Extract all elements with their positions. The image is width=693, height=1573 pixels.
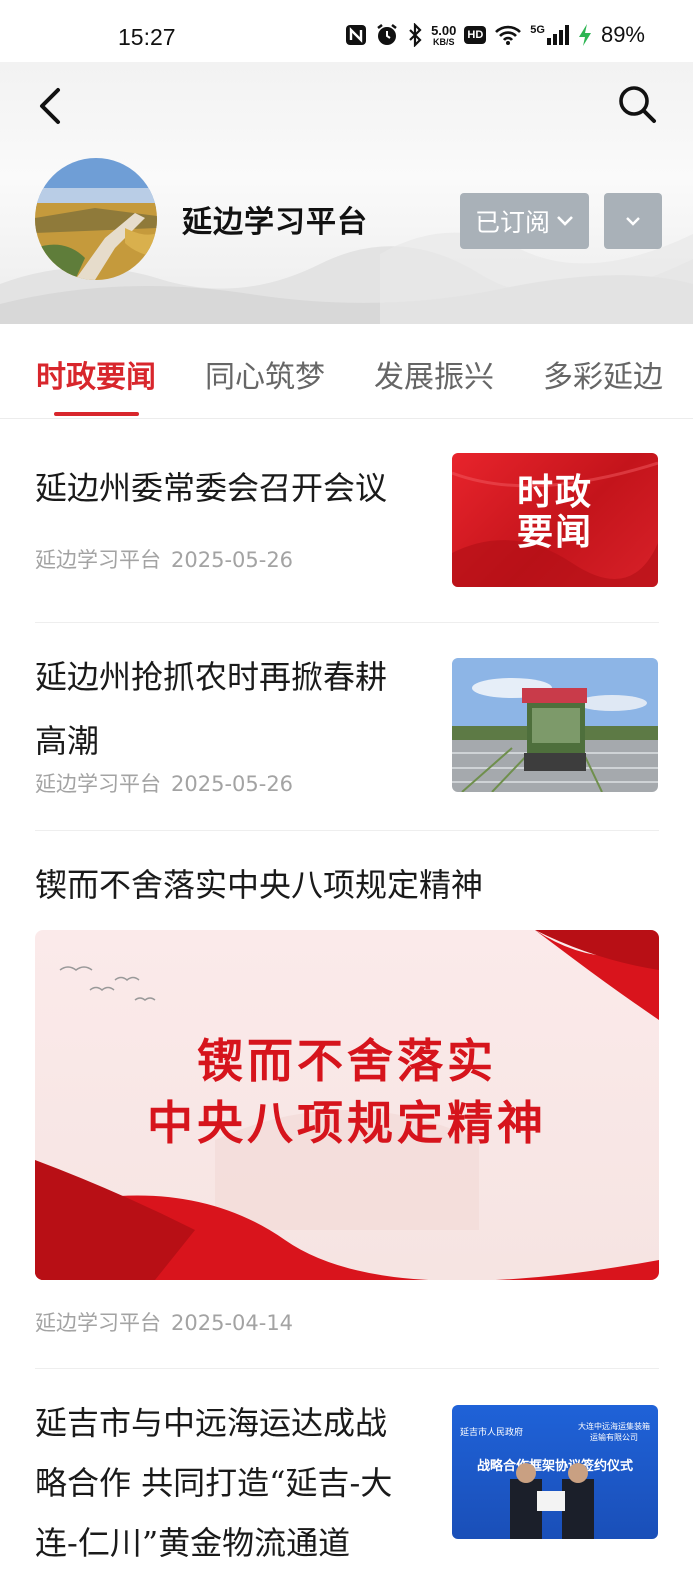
article-date: 2025-05-26 — [171, 772, 294, 796]
search-icon[interactable] — [612, 80, 662, 130]
chevron-down-icon — [626, 217, 640, 226]
article-banner: 锲而不舍落实 中央八项规定精神 — [35, 930, 659, 1280]
thumbnail-text: 要闻 — [516, 512, 593, 553]
article-meta: 延边学习平台 2025-05-26 — [35, 544, 293, 574]
subscribed-button[interactable]: 已订阅 — [460, 193, 589, 249]
article-source: 延边学习平台 — [35, 772, 161, 796]
article-thumbnail: 时政 要闻 — [452, 453, 658, 587]
article-title: 延边州委常委会召开会议 — [35, 469, 388, 507]
active-tab-indicator — [54, 412, 139, 416]
tab-development[interactable]: 发展振兴 — [374, 352, 494, 396]
tab-common-dream[interactable]: 同心筑梦 — [205, 352, 325, 396]
hd-icon: HD — [464, 26, 487, 44]
channel-header: 延边学习平台 已订阅 — [0, 62, 693, 324]
bluetooth-icon — [409, 23, 422, 47]
article-thumbnail — [452, 658, 658, 792]
article-date: 2025-04-14 — [171, 1311, 294, 1335]
status-bar: 15:27 5.00 KB/S HD 5G 89% — [0, 0, 693, 62]
network-speed: 5.00 KB/S — [431, 22, 457, 47]
expand-button[interactable] — [604, 193, 662, 249]
category-tabs: 时政要闻 同心筑梦 发展振兴 多彩延边 — [0, 324, 693, 419]
article-title: 延边州抢抓农时再掀春耕 高潮 — [35, 647, 387, 771]
title-line: 连-仁川”黄金物流通道 — [35, 1524, 351, 1562]
banner-text: 中央八项规定精神 — [147, 1096, 547, 1150]
banner-text: 锲而不舍落实 — [197, 1034, 497, 1088]
alarm-icon — [377, 24, 397, 45]
status-icons: 5.00 KB/S HD 5G 89% — [345, 22, 645, 48]
tab-politics-news[interactable]: 时政要闻 — [36, 352, 156, 396]
subscribed-label: 已订阅 — [474, 208, 550, 237]
article-title: 锲而不舍落实中央八项规定精神 — [35, 866, 484, 904]
title-line: 延边州抢抓农时再掀春耕 — [35, 658, 388, 696]
battery-level: 89% — [600, 22, 645, 47]
status-time: 15:27 — [118, 24, 176, 50]
article-meta: 延边学习平台 2025-05-26 — [35, 768, 293, 798]
channel-name: 延边学习平台 — [182, 205, 368, 240]
article-meta: 延边学习平台 2025-04-14 — [35, 1307, 293, 1337]
article-title: 延吉市与中远海运达成战 略合作 共同打造“延吉-大 连-仁川”黄金物流通道 — [35, 1393, 392, 1573]
divider — [35, 1368, 659, 1369]
chevron-down-icon — [557, 216, 573, 226]
charging-icon — [578, 24, 591, 46]
tab-colorful-yanbian[interactable]: 多彩延边 — [543, 352, 663, 396]
article-source: 延边学习平台 — [35, 1311, 161, 1335]
title-line: 高潮 — [35, 722, 100, 760]
thumbnail-text: 时政 — [516, 472, 593, 513]
article-thumbnail: 延吉市人民政府 大连中远海运集装箱 运输有限公司 战略合作框架协议签约仪式 — [452, 1405, 658, 1539]
nfc-icon — [346, 25, 367, 45]
divider — [35, 622, 659, 623]
title-line: 略合作 共同打造“延吉-大 — [35, 1464, 393, 1502]
signal-icon: 5G — [530, 25, 569, 45]
article-date: 2025-05-26 — [171, 548, 294, 572]
article-source: 延边学习平台 — [35, 548, 161, 572]
wifi-icon — [495, 25, 522, 45]
title-line: 延吉市与中远海运达成战 — [35, 1404, 388, 1442]
back-arrow-icon[interactable] — [30, 82, 74, 130]
divider — [35, 830, 659, 831]
channel-avatar — [35, 158, 157, 280]
